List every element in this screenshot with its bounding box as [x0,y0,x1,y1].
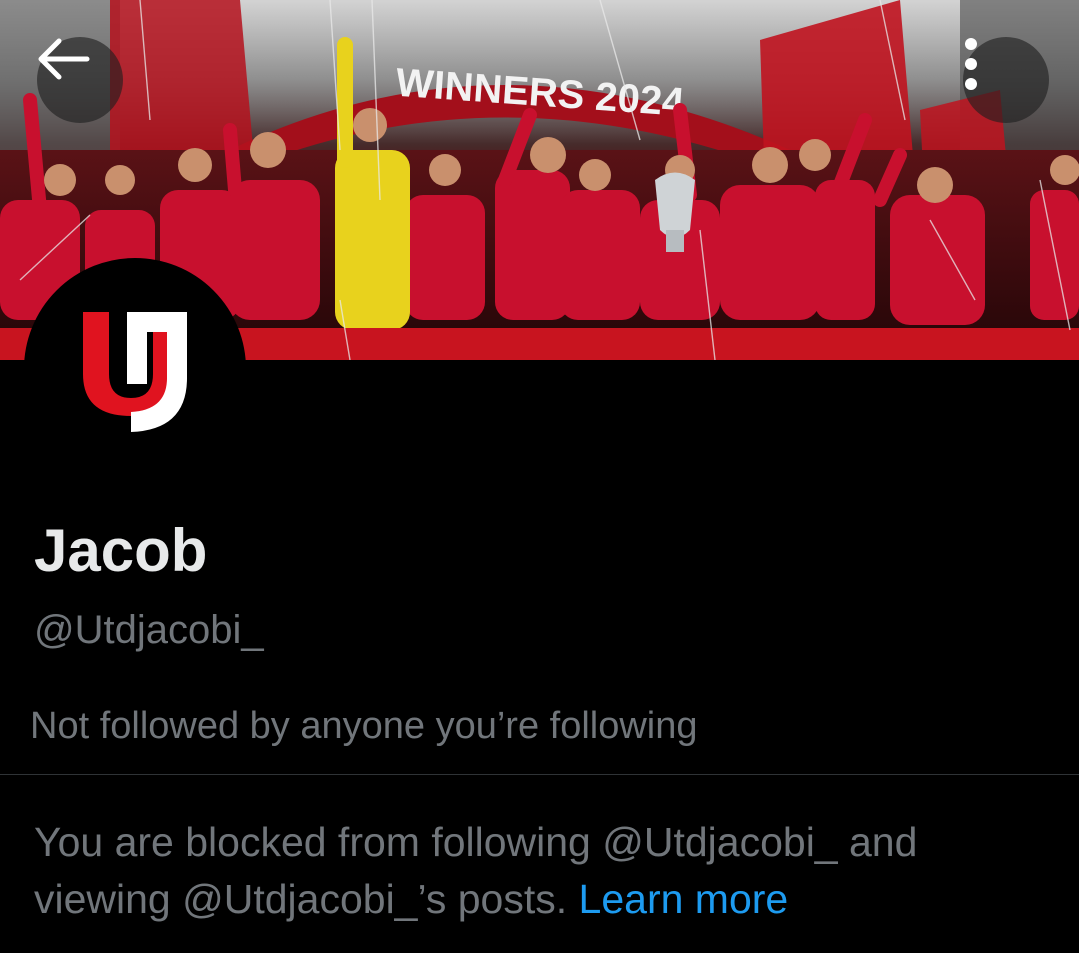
learn-more-link[interactable]: Learn more [579,876,789,922]
profile-page: WINNERS 2024 Jacob @Utdjacobi_ Not follo… [0,0,1079,953]
blocked-notice: You are blocked from following @Utdjacob… [34,814,1054,928]
profile-handle: @Utdjacobi_ [34,608,264,652]
more-options-button[interactable] [963,37,1049,123]
profile-avatar[interactable] [24,258,246,480]
arrow-left-icon [38,38,90,80]
profile-display-name: Jacob [34,517,208,584]
more-vertical-icon [965,38,977,90]
section-divider [0,774,1079,775]
followers-you-know-text[interactable]: Not followed by anyone you’re following [30,700,698,752]
back-button[interactable] [37,37,123,123]
red-and-white-u-logo [83,312,187,432]
